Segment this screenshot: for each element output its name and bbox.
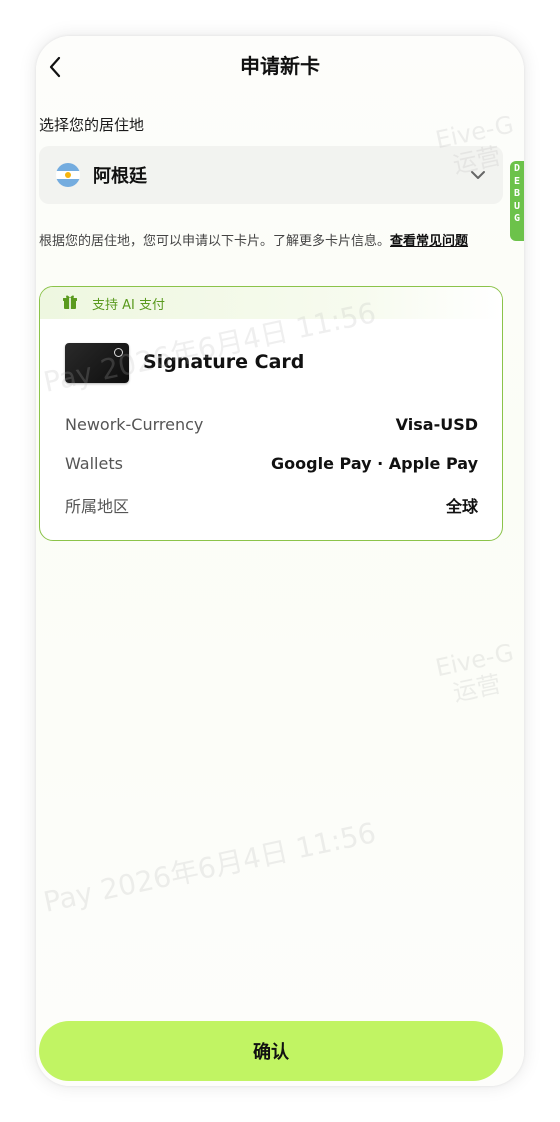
info-text: 根据您的居住地，您可以申请以下卡片。了解更多卡片信息。查看常见问题 <box>39 232 499 251</box>
card-detail-row: Wallets Google Pay · Apple Pay <box>65 454 478 476</box>
card-thumbnail <box>65 343 129 383</box>
debug-letter: U <box>513 200 521 212</box>
detail-key: 所属地区 <box>65 497 130 516</box>
phone-screen: 申请新卡 选择您的居住地 阿根廷 D E B U G 根据您的居住地，您可以申请… <box>36 36 524 1086</box>
card-detail-row: 所属地区 全球 <box>65 493 478 516</box>
gift-icon <box>63 295 77 309</box>
debug-tab[interactable]: D E B U G <box>510 161 524 241</box>
header: 申请新卡 <box>36 36 524 96</box>
detail-value: 全球 <box>445 497 478 516</box>
time-watermark: Pay 2026年6月4日 11:56 <box>40 816 379 919</box>
ai-banner: 支持 AI 支付 <box>40 287 502 319</box>
debug-letter: D <box>513 163 521 174</box>
faq-link[interactable]: 查看常见问题 <box>390 234 468 249</box>
ai-support-label: 支持 AI 支付 <box>92 298 165 313</box>
detail-key: Wallets <box>65 454 123 473</box>
debug-letter: E <box>513 175 521 187</box>
card-name: Signature Card <box>143 351 305 373</box>
debug-letter: G <box>513 213 521 224</box>
info-description: 根据您的居住地，您可以申请以下卡片。了解更多卡片信息。 <box>39 234 391 249</box>
card-detail-row: Nework-Currency Visa-USD <box>65 415 478 437</box>
card-option[interactable]: 支持 AI 支付 Signature Card Nework-Currency … <box>39 286 503 541</box>
detail-value: Google Pay · Apple Pay <box>271 454 478 473</box>
operator-watermark-line: Eive-G <box>433 638 517 683</box>
country-select[interactable]: 阿根廷 <box>39 146 503 204</box>
confirm-button[interactable]: 确认 <box>39 1021 503 1081</box>
operator-watermark-line: 运营 <box>450 669 504 708</box>
residence-label: 选择您的居住地 <box>39 116 145 134</box>
detail-key: Nework-Currency <box>65 415 204 434</box>
chevron-down-icon <box>471 171 485 179</box>
argentina-flag-icon <box>56 163 80 187</box>
operator-watermark: Eive-G 运营 <box>433 638 522 709</box>
country-name: 阿根廷 <box>93 166 147 187</box>
page-title: 申请新卡 <box>240 54 320 78</box>
detail-value: Visa-USD <box>395 415 478 434</box>
debug-letter: B <box>513 188 521 199</box>
